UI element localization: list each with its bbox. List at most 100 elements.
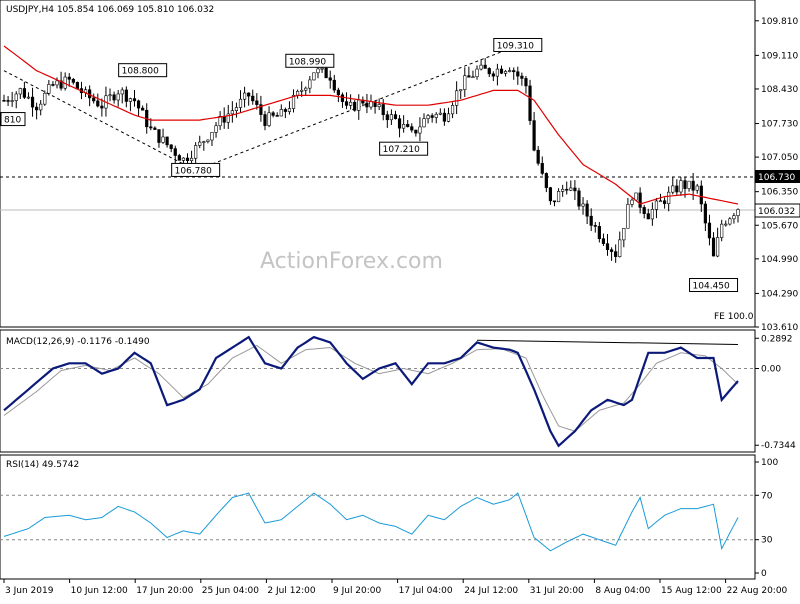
candle-body xyxy=(238,98,243,108)
candle-body xyxy=(495,68,500,77)
candle-body xyxy=(707,222,712,239)
rsi-y-tick-label: 0 xyxy=(761,569,767,579)
candle-body xyxy=(536,149,540,164)
candle-body xyxy=(141,107,145,111)
price-y-tick-label: 104.290 xyxy=(761,289,798,299)
macd-y-tick-label: -0.7344 xyxy=(761,441,796,451)
candle-body xyxy=(622,228,626,241)
candle-body xyxy=(251,95,255,102)
x-tick-label: 8 Aug 04:00 xyxy=(595,586,650,596)
candle-body xyxy=(234,107,239,111)
candle-body xyxy=(422,118,426,128)
candle-body xyxy=(357,99,361,111)
candle-body xyxy=(100,105,104,109)
candle-body xyxy=(638,192,642,208)
candle-body xyxy=(601,238,606,244)
candle-body xyxy=(475,68,479,78)
current-price-label: 106.032 xyxy=(758,207,795,217)
fe-label: FE 100.0 xyxy=(714,312,754,322)
candle-body xyxy=(434,113,438,118)
candle-body xyxy=(55,80,59,86)
candle-body xyxy=(618,239,622,257)
price-y-tick-label: 104.990 xyxy=(761,255,798,265)
rsi-panel: RSI(14) 49.5742 100 70 30 0 xyxy=(0,454,778,580)
candle-body xyxy=(634,192,638,201)
candle-body xyxy=(716,237,720,257)
x-tick-label: 25 Jun 04:00 xyxy=(202,586,259,596)
candle-body xyxy=(349,101,353,106)
candle-body xyxy=(14,93,18,101)
candle-body xyxy=(247,92,251,97)
candle-body xyxy=(22,88,26,98)
candle-body xyxy=(479,64,483,70)
candle-body xyxy=(283,109,287,112)
candle-body xyxy=(153,127,157,130)
x-tick-label: 10 Jun 12:00 xyxy=(71,586,128,596)
candle-body xyxy=(67,76,71,80)
candle-body xyxy=(626,204,630,229)
candle-body xyxy=(18,88,22,95)
candle-body xyxy=(198,141,202,146)
candle-body xyxy=(540,163,544,174)
price-y-tick-label: 107.730 xyxy=(761,120,798,130)
price-annotation-label: 108.800 xyxy=(122,67,159,77)
candle-body xyxy=(532,120,536,151)
candle-body xyxy=(430,115,434,118)
candle-body xyxy=(720,223,724,238)
candle-body xyxy=(30,96,35,108)
x-tick-label: 15 Aug 12:00 xyxy=(661,586,722,596)
candle-body xyxy=(503,71,508,74)
candle-body xyxy=(132,98,137,102)
candle-body xyxy=(650,209,654,220)
candle-body xyxy=(418,126,422,134)
candle-body xyxy=(304,87,308,91)
candle-body xyxy=(450,105,455,115)
candle-body xyxy=(397,118,402,129)
candle-body xyxy=(438,112,442,115)
candle-body xyxy=(589,215,593,226)
candle-body xyxy=(222,115,226,123)
candle-body xyxy=(573,187,577,192)
candle-body xyxy=(324,67,328,79)
rsi-y-tick-label: 30 xyxy=(761,536,773,546)
candle-body xyxy=(120,89,124,95)
candle-body xyxy=(230,110,234,115)
candle-body xyxy=(667,191,671,204)
candle-body xyxy=(605,243,610,250)
candle-body xyxy=(157,129,161,143)
candle-body xyxy=(516,71,520,77)
candle-body xyxy=(365,102,369,108)
x-tick-label: 31 Jul 20:00 xyxy=(530,586,584,596)
candle-body xyxy=(75,82,79,89)
price-annotation-label: 107.210 xyxy=(383,145,420,155)
candle-body xyxy=(344,101,349,106)
rsi-y-tick-label: 100 xyxy=(761,458,778,468)
candle-body xyxy=(96,100,100,107)
candle-body xyxy=(300,89,304,92)
x-tick-label: 22 Aug 20:00 xyxy=(727,586,788,596)
candle-body xyxy=(724,223,728,226)
candle-body xyxy=(393,114,398,120)
candle-body xyxy=(683,180,687,189)
candle-body xyxy=(703,203,707,224)
candle-body xyxy=(499,68,504,74)
candle-body xyxy=(552,200,557,203)
candle-body xyxy=(577,190,581,207)
candle-body xyxy=(483,64,487,69)
macd-panel: MACD(12,26,9) -0.1176 -0.1490 0.2892 0.00… xyxy=(0,329,796,453)
candle-body xyxy=(446,113,451,122)
candle-body xyxy=(308,79,312,89)
candle-body xyxy=(279,109,283,117)
candle-body xyxy=(455,90,459,106)
candle-body xyxy=(316,68,320,74)
x-tick-label: 9 Jul 20:00 xyxy=(333,586,382,596)
price-y-tick-label: 109.810 xyxy=(761,17,798,27)
price-y-tick-label: 105.670 xyxy=(761,221,798,231)
price-y-tick-label: 108.430 xyxy=(761,85,798,95)
candle-body xyxy=(181,157,186,161)
candle-body xyxy=(136,100,141,109)
candle-body xyxy=(699,185,703,205)
candle-body xyxy=(609,249,614,252)
candle-body xyxy=(711,237,716,257)
candle-body xyxy=(646,213,650,220)
